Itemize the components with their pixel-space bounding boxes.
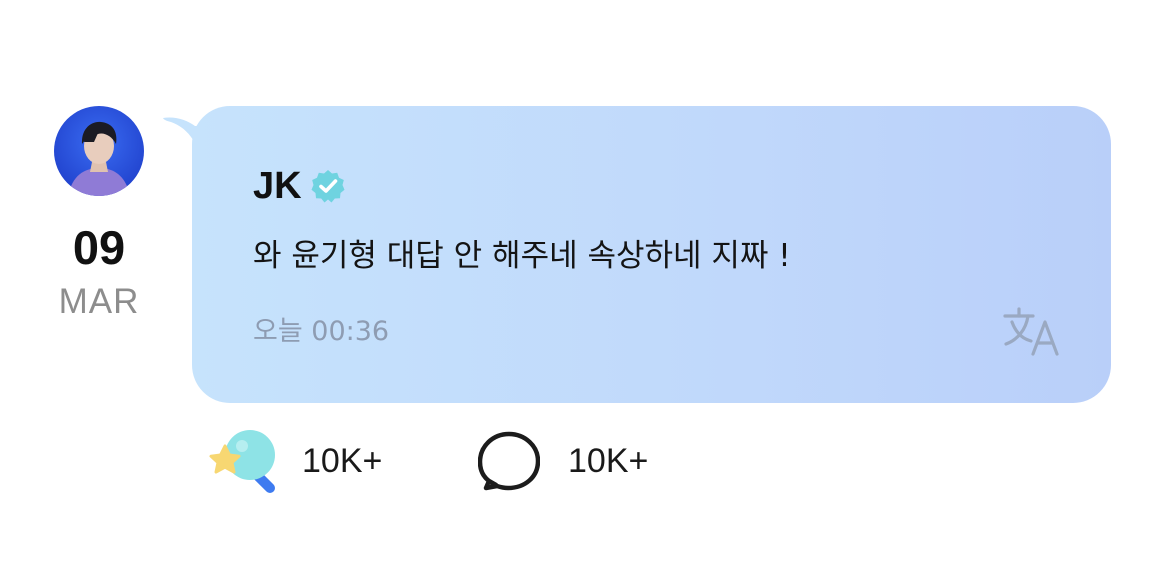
post-date-month: MAR — [58, 282, 140, 321]
post-date-day: 09 — [72, 221, 126, 274]
star-lightstick-icon — [209, 430, 275, 493]
message-text: 와 윤기형 대답 안 해주네 속상하네 지짜 ! — [253, 238, 791, 274]
like-count: 10K+ — [302, 442, 383, 480]
translate-icon[interactable] — [1003, 306, 1067, 358]
avatar[interactable] — [54, 106, 144, 196]
author: JK — [253, 164, 346, 208]
verified-badge-icon — [311, 170, 345, 203]
comment-reaction[interactable]: 10K+ — [478, 428, 648, 494]
speech-bubble-icon — [478, 431, 540, 491]
message-timestamp: 오늘 00:36 — [253, 316, 390, 347]
comment-count: 10K+ — [568, 442, 649, 480]
message-bubble[interactable]: JK 와 윤기형 대답 안 해주네 속상하네 지짜 ! 오늘 00:36 — [192, 106, 1111, 403]
like-reaction[interactable]: 10K+ — [204, 428, 382, 494]
author-name[interactable]: JK — [253, 164, 302, 208]
